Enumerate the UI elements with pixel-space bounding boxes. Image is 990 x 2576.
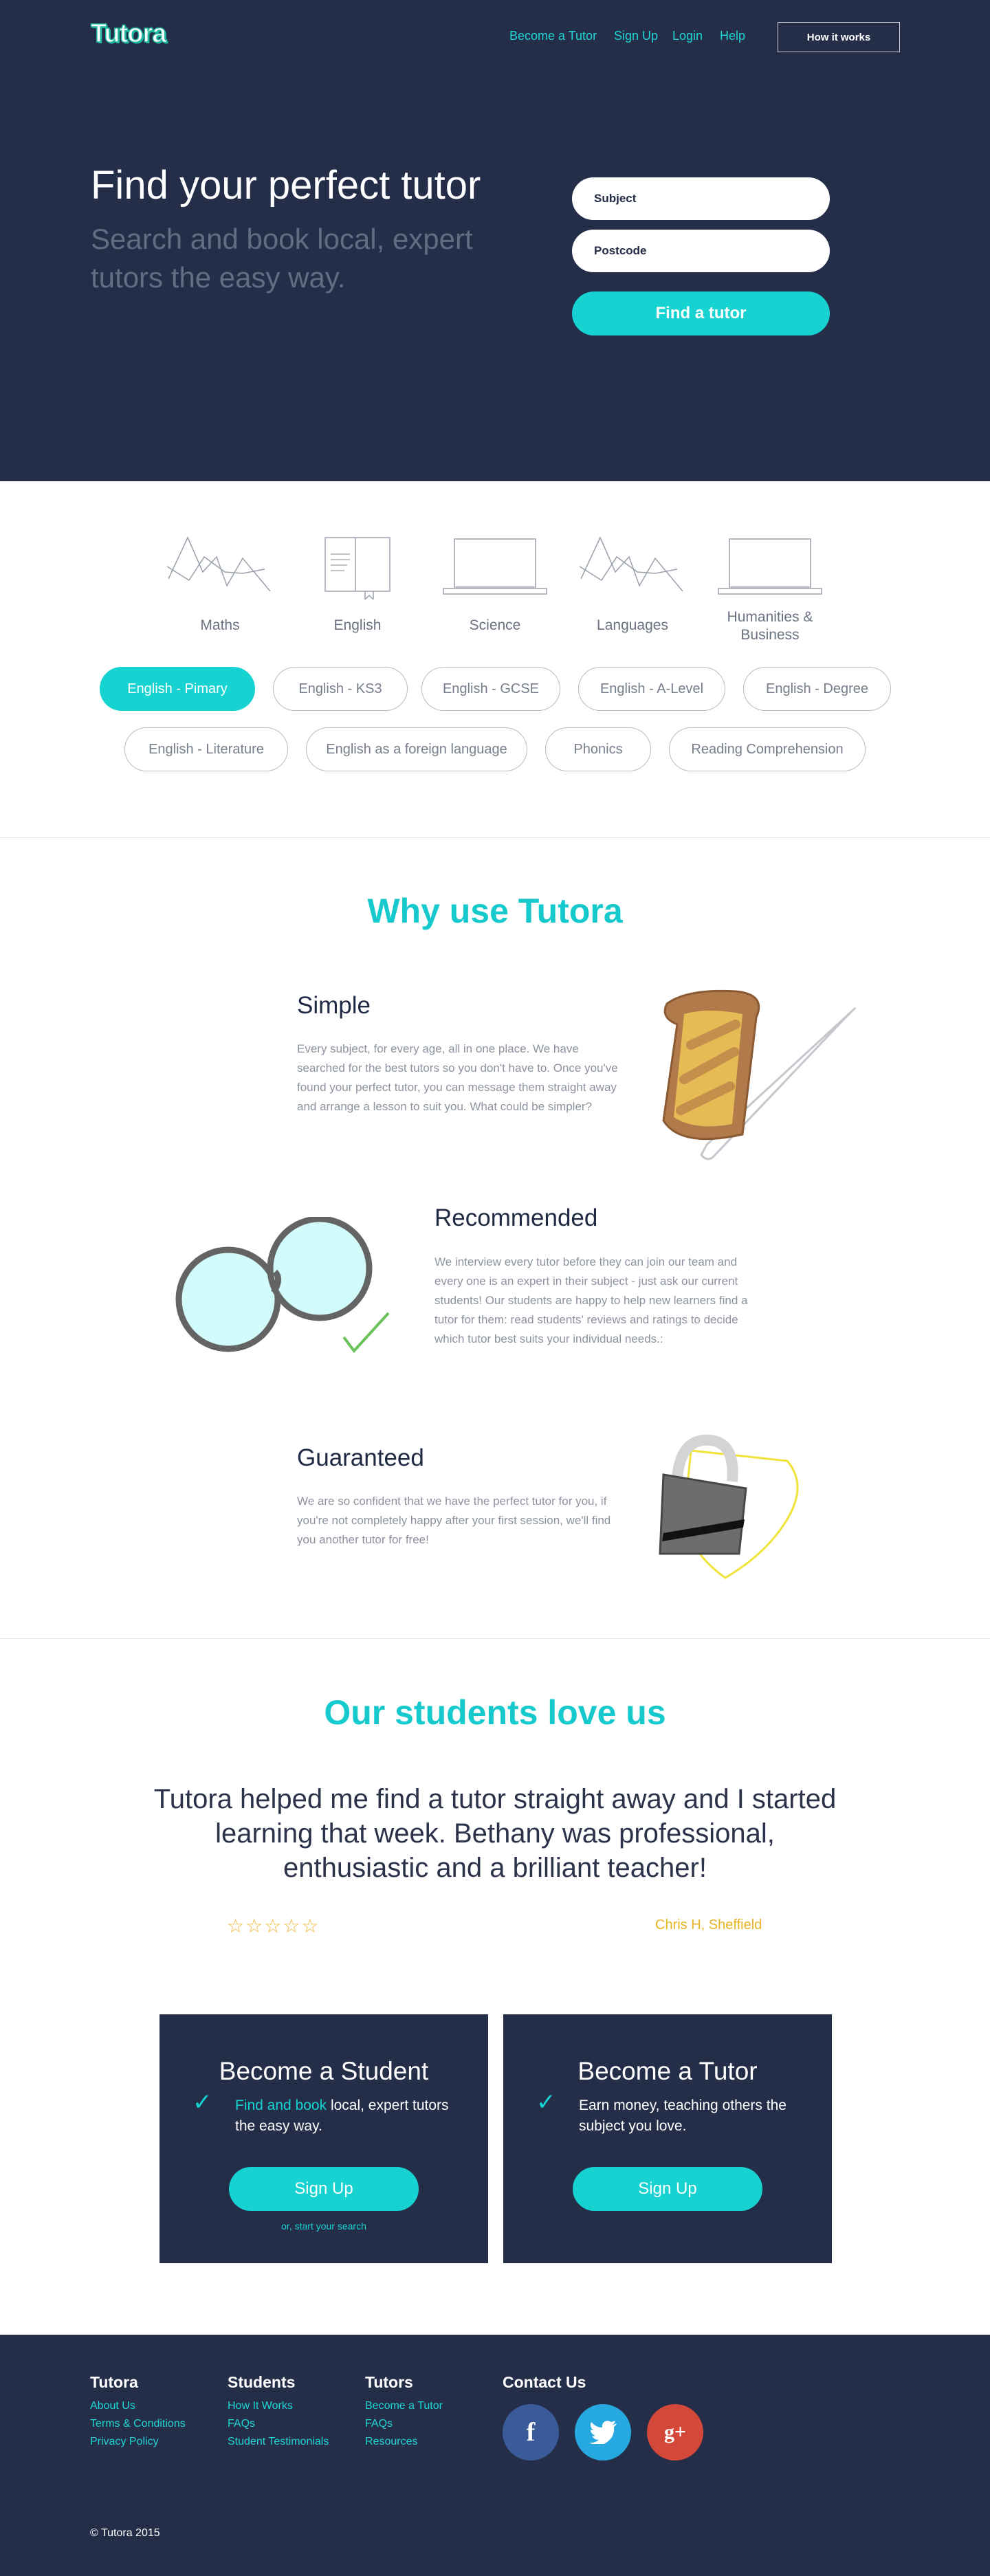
nav-help[interactable]: Help <box>720 29 745 43</box>
level-pill[interactable]: English - A-Level <box>578 667 725 711</box>
footer-link[interactable]: FAQs <box>228 2418 329 2430</box>
student-card-title: Become a Student <box>219 2057 429 2085</box>
footer-link[interactable]: Terms & Conditions <box>90 2418 186 2430</box>
recommended-heading: Recommended <box>434 1204 598 1231</box>
category-maths[interactable]: Maths <box>162 531 278 635</box>
footer-link[interactable]: Resources <box>365 2436 443 2448</box>
footer-link[interactable]: Become a Tutor <box>365 2400 443 2412</box>
hero-subtitle: Search and book local, expert tutors the… <box>91 223 473 294</box>
footer-col-tutora: Tutora About Us Terms & Conditions Priva… <box>90 2373 186 2448</box>
footer-link[interactable]: How It Works <box>228 2400 329 2412</box>
postcode-input[interactable]: Postcode <box>572 230 830 272</box>
footer-link[interactable]: Student Testimonials <box>228 2436 329 2448</box>
level-pill[interactable]: Reading Comprehension <box>669 727 866 771</box>
simple-heading: Simple <box>297 992 371 1019</box>
category-label: English <box>333 617 382 633</box>
facebook-icon[interactable]: f <box>503 2404 559 2461</box>
testimonial-author: Chris H, Sheffield <box>655 1917 762 1933</box>
logo[interactable]: Tutora <box>90 19 167 49</box>
tutor-card-title: Become a Tutor <box>578 2057 758 2085</box>
subject-input[interactable]: Subject <box>572 177 830 220</box>
glasses-icon <box>175 1217 390 1354</box>
laptop-icon <box>718 538 822 595</box>
student-card: Become a Student ✓ Find and book local, … <box>160 2014 488 2263</box>
level-pill[interactable]: English as a foreign language <box>306 727 527 771</box>
start-search-link[interactable]: or, start your search <box>160 2221 488 2232</box>
recommended-text: We interview every tutor before they can… <box>434 1255 748 1345</box>
category-label: Maths <box>200 617 240 633</box>
category-languages[interactable]: Languages <box>574 531 691 635</box>
tutor-sign-up-button[interactable]: Sign Up <box>573 2167 762 2211</box>
google-plus-icon[interactable]: g+ <box>647 2404 703 2461</box>
student-card-text: Find and book local, expert tutors the e… <box>235 2098 449 2134</box>
check-icon: ✓ <box>192 2089 212 2115</box>
book-icon <box>324 537 390 601</box>
level-pill[interactable]: Phonics <box>545 727 651 771</box>
section-divider <box>0 1638 990 1639</box>
footer-link[interactable]: Privacy Policy <box>90 2436 186 2448</box>
simple-text: Every subject, for every age, all in one… <box>297 1042 618 1113</box>
category-science[interactable]: Science <box>437 531 553 635</box>
category-english[interactable]: English <box>299 531 416 635</box>
footer-link[interactable]: About Us <box>90 2400 186 2412</box>
star-rating: ☆☆☆☆☆ <box>227 1915 320 1937</box>
mountain-icon <box>166 536 271 592</box>
footer: Tutora About Us Terms & Conditions Priva… <box>0 2335 990 2576</box>
twitter-icon[interactable] <box>575 2404 631 2461</box>
copyright: © Tutora 2015 <box>90 2527 160 2539</box>
check-icon: ✓ <box>536 2089 556 2115</box>
footer-heading: Tutors <box>365 2373 413 2391</box>
guaranteed-heading: Guaranteed <box>297 1444 424 1471</box>
tutor-card-text: Earn money, teaching others the subject … <box>579 2098 786 2134</box>
find-tutor-button[interactable]: Find a tutor <box>572 291 830 335</box>
hero-title: Find your perfect tutor <box>91 163 481 208</box>
guaranteed-text: We are so confident that we have the per… <box>297 1495 611 1546</box>
tutor-card: Become a Tutor ✓ Earn money, teaching ot… <box>503 2014 832 2263</box>
category-humanities[interactable]: Humanities & Business <box>712 531 828 644</box>
why-title: Why use Tutora <box>367 892 623 930</box>
footer-heading: Tutora <box>90 2373 138 2391</box>
testimonial-quote: Tutora helped me find a tutor straight a… <box>153 1784 837 1883</box>
level-pill[interactable]: English - Literature <box>124 727 288 771</box>
hero-section: Tutora Become a Tutor Sign Up Login Help… <box>0 0 990 481</box>
footer-col-tutors: Tutors Become a Tutor FAQs Resources <box>365 2373 443 2448</box>
level-pill-active[interactable]: English - Pimary <box>100 667 255 711</box>
laptop-icon <box>443 538 547 595</box>
lock-icon <box>659 1434 799 1579</box>
section-divider <box>0 837 990 838</box>
level-pill[interactable]: English - Degree <box>743 667 891 711</box>
nav-become-tutor[interactable]: Become a Tutor <box>509 29 597 43</box>
category-label: Science <box>469 617 521 633</box>
how-it-works-button[interactable]: How it works <box>778 22 900 52</box>
category-label: Languages <box>597 617 668 633</box>
level-pill[interactable]: English - GCSE <box>421 667 560 711</box>
footer-heading: Students <box>228 2373 296 2391</box>
testimonials-title: Our students love us <box>324 1693 666 1732</box>
student-sign-up-button[interactable]: Sign Up <box>229 2167 419 2211</box>
student-card-highlight[interactable]: Find and book <box>235 2098 327 2113</box>
nav-login[interactable]: Login <box>672 29 703 43</box>
toast-icon <box>662 989 856 1160</box>
twitter-bird-icon <box>589 2421 617 2444</box>
category-label: Humanities & Business <box>727 609 813 643</box>
nav-sign-up[interactable]: Sign Up <box>614 29 658 43</box>
footer-col-students: Students How It Works FAQs Student Testi… <box>228 2373 329 2448</box>
footer-link[interactable]: FAQs <box>365 2418 443 2430</box>
contact-heading: Contact Us <box>503 2373 586 2391</box>
level-pill[interactable]: English - KS3 <box>273 667 408 711</box>
mountain-icon <box>579 536 683 592</box>
